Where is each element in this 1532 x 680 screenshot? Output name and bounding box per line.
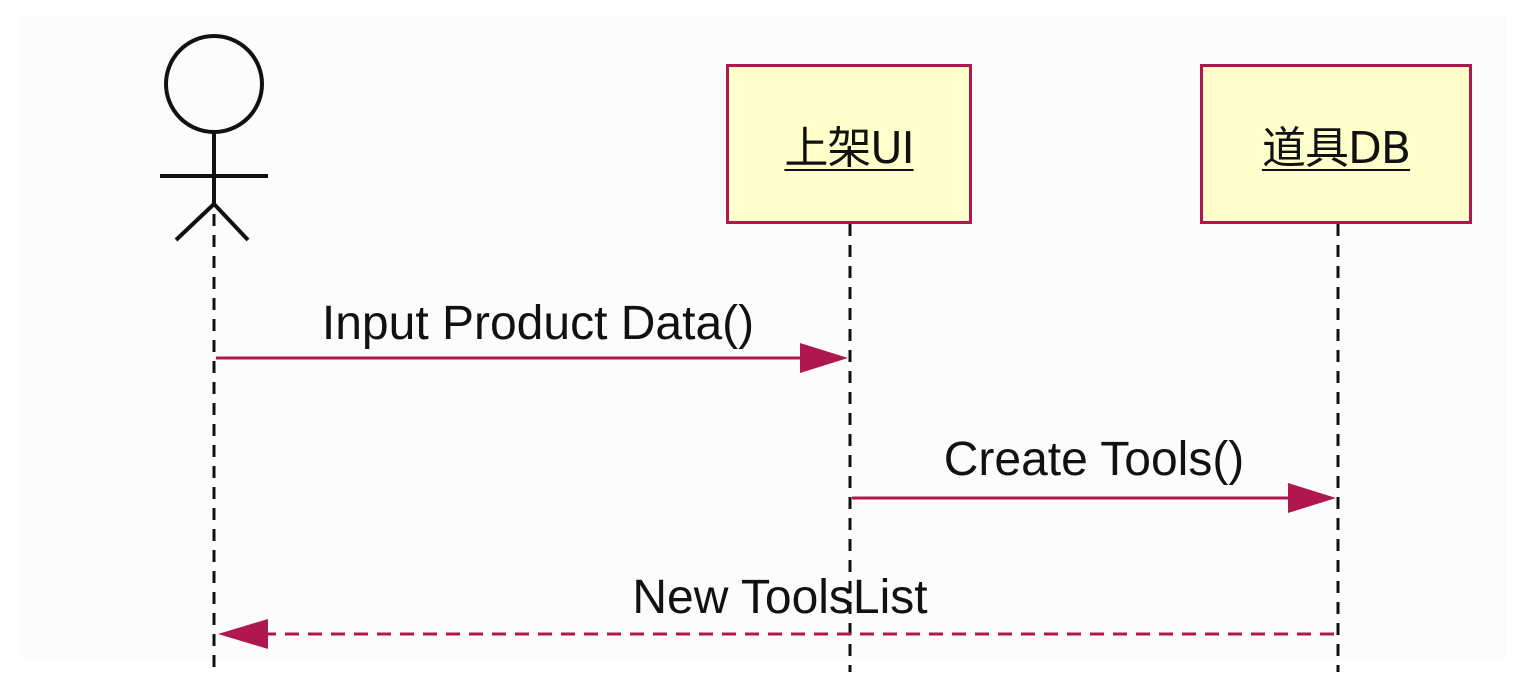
message-label-2: Create Tools() (943, 433, 1245, 486)
object-label-db: 道具DB (1261, 123, 1411, 174)
actor-left-leg (174, 202, 216, 242)
message-arrow-2 (852, 483, 1336, 513)
object-box-db: 道具DB (1200, 64, 1472, 224)
message-label-3: New ToolsList (632, 571, 928, 624)
actor-figure (160, 34, 268, 242)
object-label-ui: 上架UI (784, 123, 914, 174)
message-label-1: Input Product Data() (321, 297, 755, 350)
actor-right-leg (212, 202, 250, 242)
actor-head (164, 34, 264, 134)
object-box-ui: 上架UI (726, 64, 972, 224)
sequence-diagram: 上架UI 道具DB Input Product Data() Create To… (0, 0, 1532, 680)
